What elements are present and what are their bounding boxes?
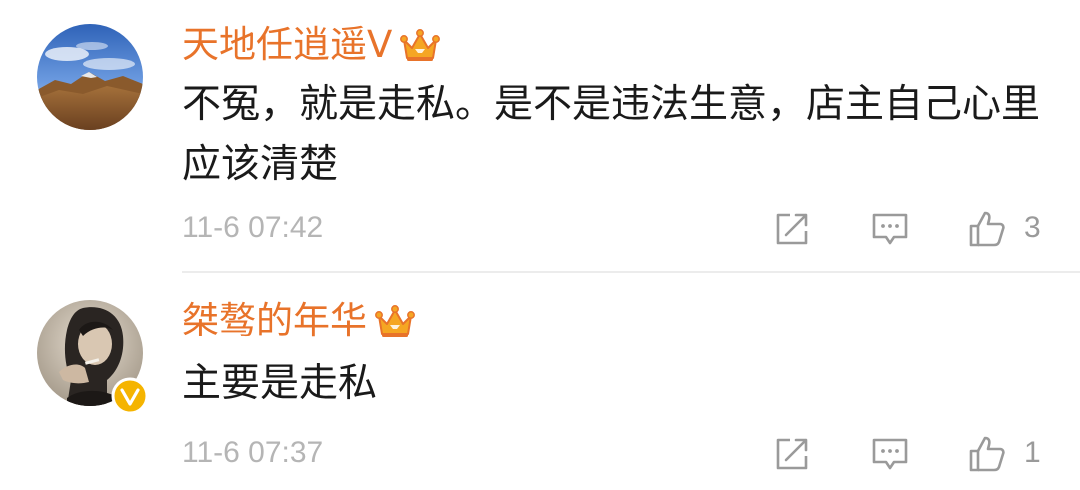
share-icon[interactable] [772, 434, 812, 474]
comment-icon[interactable] [870, 434, 910, 474]
timestamp: 11-6 07:37 [182, 436, 324, 469]
share-icon[interactable] [772, 209, 812, 249]
username-row: 天地任逍遥V [182, 20, 441, 70]
comment-text: 主要是走私 [182, 361, 378, 406]
like-count: 3 [1024, 211, 1041, 244]
comment-text: 不冤，就是走私。是不是违法生意，店主自己心里应该清楚 [182, 82, 1041, 187]
username[interactable]: 桀骜的年华 [182, 296, 367, 346]
comment-item: 天地任逍遥V 不冤，就是走私。是不是违法生意，店主自己心里应该清楚 11-6 0… [0, 0, 1080, 273]
comment-item: 桀骜的年华 主要是走私 11-6 07:37 1 [0, 274, 1080, 490]
crown-icon [375, 305, 415, 337]
username[interactable]: 天地任逍遥V [182, 20, 392, 70]
verified-badge-icon [111, 377, 149, 415]
comment-meta: 11-6 07:42 3 [182, 203, 1062, 253]
thumbs-up-icon[interactable] [967, 209, 1007, 249]
landscape-avatar-image [37, 24, 143, 130]
timestamp: 11-6 07:42 [182, 211, 324, 244]
crown-icon [400, 29, 441, 61]
user-avatar[interactable] [37, 24, 143, 130]
comment-meta: 11-6 07:37 1 [182, 428, 1062, 478]
thumbs-up-icon[interactable] [967, 434, 1007, 474]
comment-icon[interactable] [870, 209, 910, 249]
like-count: 1 [1024, 436, 1041, 469]
comment-divider [182, 271, 1080, 273]
username-row: 桀骜的年华 [182, 296, 415, 346]
